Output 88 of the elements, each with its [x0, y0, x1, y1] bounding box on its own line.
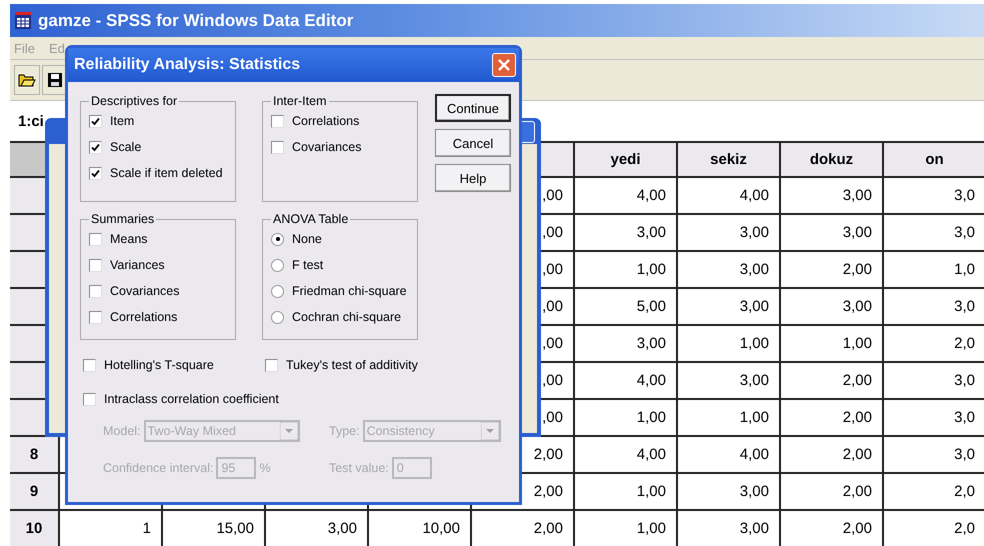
table-cell: 2,00 — [781, 437, 884, 474]
field-label: Test value: — [329, 461, 389, 475]
dialog-button[interactable]: Continue — [435, 94, 511, 122]
radio-button[interactable] — [271, 232, 284, 246]
table-cell: 1,00 — [575, 252, 678, 289]
checkbox-label: Hotelling's T-square — [104, 358, 214, 372]
column-header[interactable]: dokuz — [781, 143, 884, 178]
radio-button[interactable] — [271, 310, 284, 324]
dialog-button[interactable]: Cancel — [435, 129, 511, 157]
group-title: Descriptives for — [90, 94, 178, 108]
checkbox[interactable] — [83, 358, 96, 372]
checkbox[interactable] — [89, 166, 102, 180]
column-header[interactable]: sekiz — [678, 143, 781, 178]
table-cell: 3,00 — [678, 363, 781, 400]
checkbox[interactable] — [83, 392, 96, 406]
checkbox-label: Tukey's test of additivity — [286, 358, 418, 372]
unit-label: % — [259, 461, 271, 475]
dropdown-arrow-icon — [480, 422, 499, 440]
table-cell: 3,00 — [678, 215, 781, 252]
checkbox[interactable] — [271, 114, 284, 128]
dialog-button[interactable]: Help — [435, 164, 511, 192]
group-title: ANOVA Table — [272, 212, 350, 226]
checkbox-label: Variances — [110, 258, 165, 272]
field-label: Model: — [103, 424, 141, 438]
spreadsheet-icon — [14, 12, 32, 30]
checkbox[interactable] — [271, 140, 284, 154]
table-cell: 2,00 — [781, 474, 884, 511]
table-cell: 3,00 — [781, 178, 884, 215]
row-header[interactable]: 9 — [10, 474, 60, 511]
folder-icon — [18, 72, 36, 88]
table-cell: 2,00 — [781, 363, 884, 400]
checkbox-label: Intraclass correlation coefficient — [104, 392, 279, 406]
field-label: Confidence interval: — [103, 461, 214, 475]
radio-label: Friedman chi-square — [292, 284, 407, 298]
table-cell: 1,00 — [575, 400, 678, 437]
checkbox[interactable] — [89, 310, 102, 324]
group-title: Summaries — [90, 212, 156, 226]
close-icon — [498, 59, 510, 71]
table-cell: 3,00 — [678, 474, 781, 511]
checkbox-label: Correlations — [292, 114, 360, 128]
window-title: gamze - SPSS for Windows Data Editor — [38, 10, 354, 30]
dialog-title: Reliability Analysis: Statistics — [74, 56, 300, 74]
checkbox[interactable] — [89, 232, 102, 246]
table-cell: 1,00 — [781, 326, 884, 363]
table-cell: 1,00 — [678, 400, 781, 437]
row-header[interactable]: 8 — [10, 437, 60, 474]
row-header[interactable]: 10 — [10, 511, 60, 546]
table-cell: 3,00 — [575, 326, 678, 363]
close-button[interactable] — [492, 53, 516, 77]
group-title: Inter-Item — [272, 94, 328, 108]
checkbox-label: Correlations — [110, 310, 178, 324]
table-cell: 3,00 — [678, 289, 781, 326]
checkbox[interactable] — [89, 284, 102, 298]
column-header[interactable]: yedi — [575, 143, 678, 178]
field-label: Type: — [329, 424, 360, 438]
table-cell: 4,00 — [575, 363, 678, 400]
cell-reference: 1:ci — [18, 112, 44, 130]
table-cell: 4,00 — [678, 178, 781, 215]
checkbox[interactable] — [89, 258, 102, 272]
table-cell: 2,00 — [781, 252, 884, 289]
table-cell: 3,00 — [678, 252, 781, 289]
table-cell: 4,00 — [678, 437, 781, 474]
open-button[interactable] — [14, 65, 40, 95]
checkbox[interactable] — [265, 358, 278, 372]
checkbox-label: Covariances — [110, 284, 180, 298]
dropdown-arrow-icon — [280, 422, 298, 440]
radio-label: None — [292, 232, 322, 246]
checkbox[interactable] — [89, 114, 102, 128]
table-cell: 5,00 — [575, 289, 678, 326]
table-cell: 3,00 — [781, 289, 884, 326]
checkbox-label: Item — [110, 114, 134, 128]
checkbox-label: Scale — [110, 140, 142, 154]
checkbox-label: Means — [110, 232, 148, 246]
table-cell: 1,00 — [575, 474, 678, 511]
table-cell: 1,00 — [678, 326, 781, 363]
radio-button[interactable] — [271, 258, 284, 272]
table-cell: 3,00 — [781, 215, 884, 252]
radio-button[interactable] — [271, 284, 284, 298]
column-header[interactable]: on — [884, 143, 984, 178]
radio-label: F test — [292, 258, 324, 272]
checkbox-label: Covariances — [292, 140, 362, 154]
radio-label: Cochran chi-square — [292, 310, 402, 324]
table-cell: 2,00 — [781, 400, 884, 437]
checkbox-label: Scale if item deleted — [110, 166, 223, 180]
checkbox[interactable] — [89, 140, 102, 154]
table-cell: 3,00 — [575, 215, 678, 252]
table-cell: 4,00 — [575, 178, 678, 215]
table-cell: 4,00 — [575, 437, 678, 474]
